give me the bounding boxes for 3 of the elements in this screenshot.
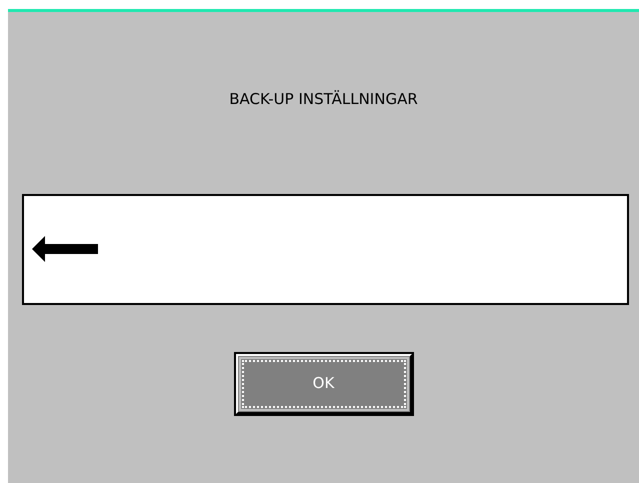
- ok-button[interactable]: OK: [236, 354, 412, 414]
- back-arrow-icon: [32, 236, 98, 262]
- window-title: BACK-UP INSTÄLLNINGAR: [228, 89, 419, 110]
